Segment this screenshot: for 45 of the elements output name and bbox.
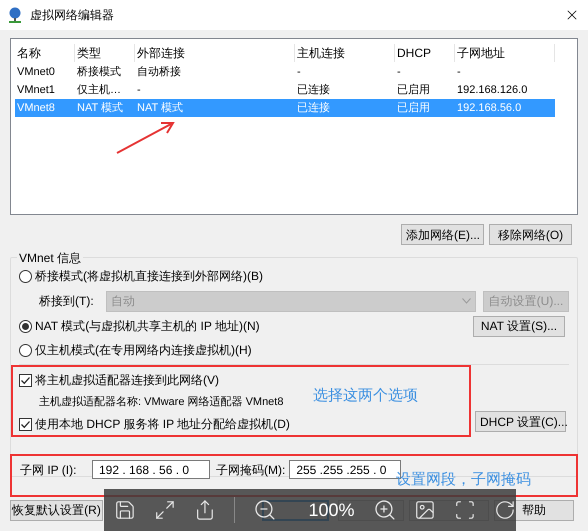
dialog-button[interactable]: 恢复默认设置(R) <box>10 500 103 520</box>
window-title: 虚拟网络编辑器 <box>30 7 114 24</box>
radio-label: 仅主机模式(在专用网络内连接虚拟机)(H) <box>35 342 252 359</box>
column-header[interactable]: DHCP <box>395 44 455 62</box>
table-cell-text: 仅主机… <box>76 82 122 98</box>
checkbox-label: 使用本地 DHCP 服务将 IP 地址分配给虚拟机(D) <box>35 416 290 433</box>
column-header[interactable]: 主机连接 <box>295 44 395 62</box>
column-header[interactable]: 类型 <box>75 44 135 62</box>
table-cell-text: 已启用 <box>396 100 431 116</box>
column-header[interactable]: 名称 <box>15 44 75 62</box>
column-header[interactable]: 外部连接 <box>135 44 295 62</box>
table-cell-text: - <box>396 64 402 80</box>
table-row[interactable]: VMnet1 仅主机… - 已连接 已启用 192.168.126.0 <box>15 81 555 99</box>
table-cell-text: 桥接模式 <box>76 64 122 80</box>
group-title: VMnet 信息 <box>17 249 84 267</box>
radio-label: 桥接模式(将虚拟机直接连接到外部网络)(B) <box>35 268 263 285</box>
table-cell-text: 已启用 <box>396 82 431 98</box>
bridge-to-label: 桥接到(T): <box>39 293 95 310</box>
table-cell-text: VMnet1 <box>16 82 56 98</box>
subnet-ip-field[interactable]: 192 . 168 . 56 . 0 <box>92 460 210 479</box>
table-cell-text: - <box>296 64 302 80</box>
table-cell-text: 192.168.126.0 <box>456 82 528 98</box>
radio-label: NAT 模式(与虚拟机共享主机的 IP 地址)(N) <box>35 318 260 335</box>
zoom-level: 100% <box>308 501 355 519</box>
table-cell-text: 已连接 <box>296 82 331 98</box>
table-cell-text: 已连接 <box>296 100 331 116</box>
checkbox-label: 将主机虚拟适配器连接到此网络(V) <box>35 372 219 389</box>
table-row[interactable]: VMnet0 桥接模式 自动桥接 - - - <box>15 63 555 81</box>
table-cell-text: 自动桥接 <box>136 64 182 80</box>
network-button[interactable]: 添加网络(E)... <box>401 224 484 245</box>
table-cell-text: NAT 模式 <box>136 100 184 116</box>
dhcp-settings-button[interactable]: DHCP 设置(C)... <box>475 411 566 432</box>
table-cell-text: 192.168.56.0 <box>456 100 522 116</box>
table-cell-text: NAT 模式 <box>76 100 124 116</box>
adapter-name: 主机虚拟适配器名称: VMware 网络适配器 VMnet8 <box>39 394 284 410</box>
table-cell-text: VMnet0 <box>16 64 56 80</box>
subnet-mask-label: 子网掩码(M): <box>216 462 286 478</box>
column-header[interactable]: 子网地址 <box>455 44 555 62</box>
table-cell-text: - <box>136 82 142 98</box>
subnet-ip-label: 子网 IP (I): <box>20 462 78 478</box>
nat-settings-button[interactable]: NAT 设置(S)... <box>473 316 565 336</box>
table-cell-text: VMnet8 <box>16 100 56 116</box>
annotation-text: 选择这两个选项 <box>313 386 418 406</box>
network-button[interactable]: 移除网络(O) <box>489 224 572 245</box>
table-cell-text: - <box>456 64 462 80</box>
